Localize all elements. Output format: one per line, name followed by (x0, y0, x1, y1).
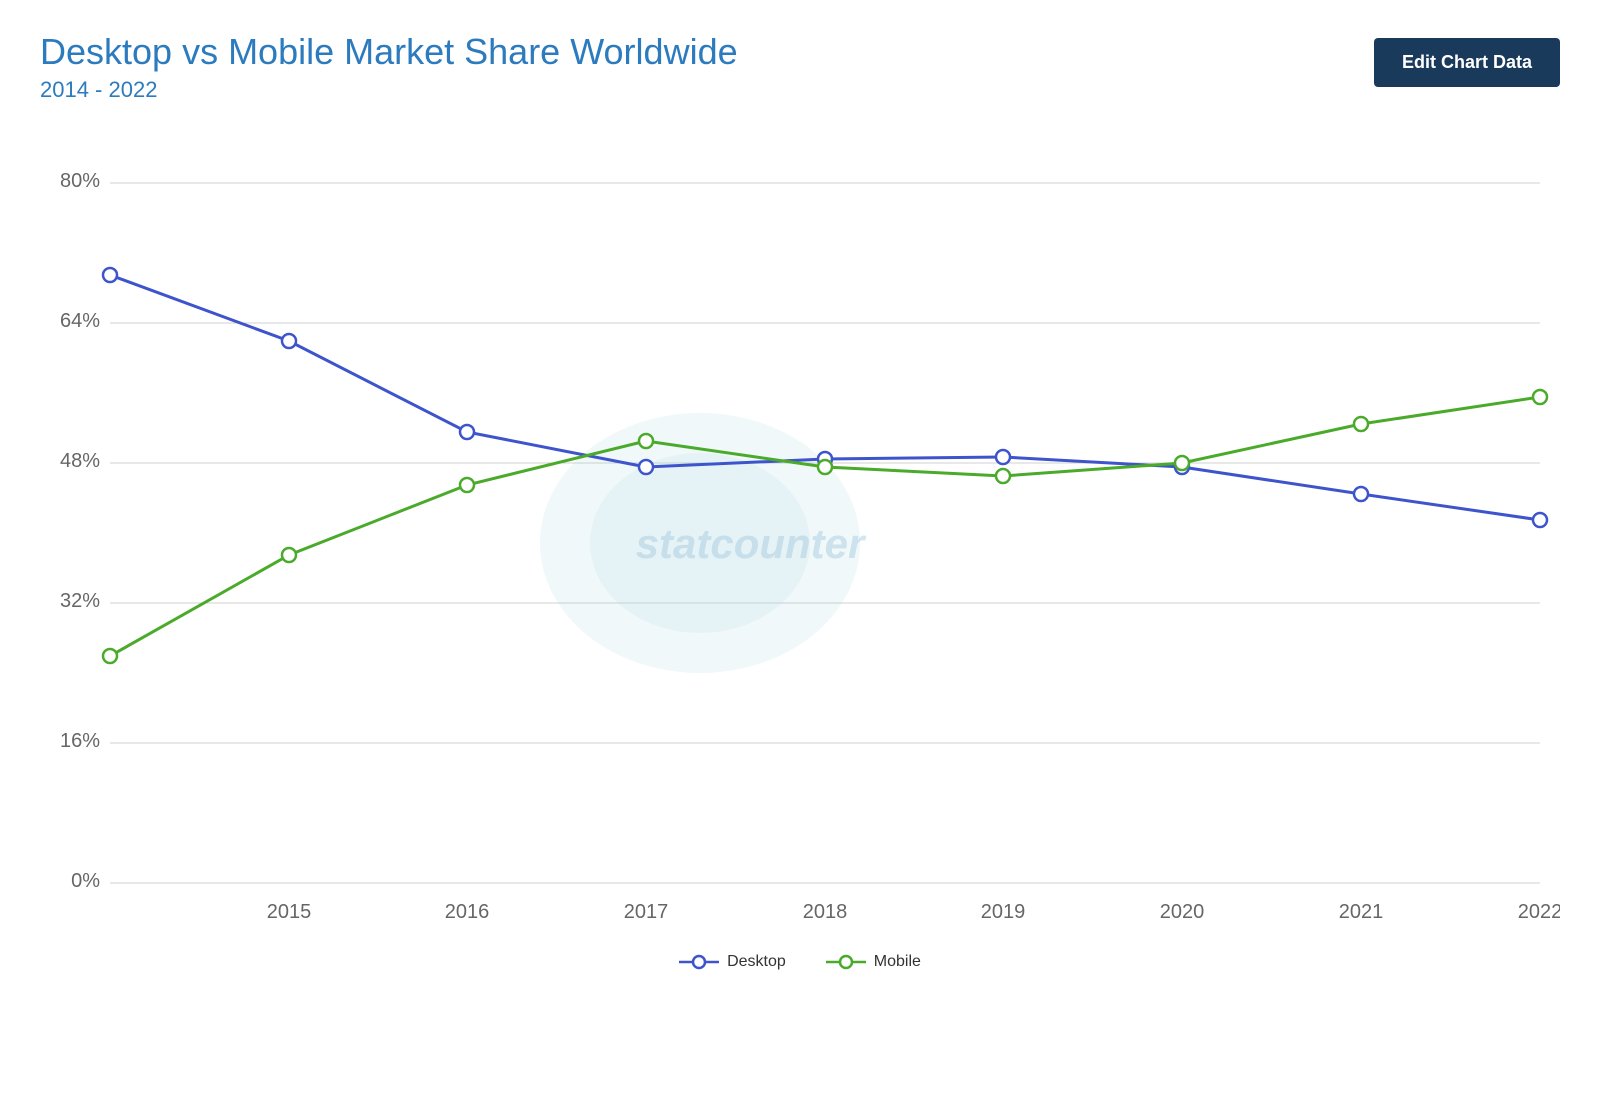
title-block: Desktop vs Mobile Market Share Worldwide… (40, 30, 738, 103)
svg-text:2015: 2015 (267, 901, 312, 923)
chart-legend: Desktop Mobile (40, 953, 1560, 971)
svg-text:32%: 32% (60, 590, 100, 612)
mobile-legend-icon (826, 954, 866, 970)
svg-text:2016: 2016 (445, 901, 490, 923)
desktop-legend-label: Desktop (727, 953, 786, 971)
desktop-dot-2015 (282, 334, 296, 348)
svg-text:48%: 48% (60, 450, 100, 472)
svg-text:2021: 2021 (1339, 901, 1384, 923)
chart-svg: 80% 64% 48% 32% 16% 0% 2015 2016 2017 20… (40, 123, 1560, 943)
mobile-dot-2017 (639, 434, 653, 448)
desktop-dot-2022 (1533, 513, 1547, 527)
desktop-dot-2019 (996, 450, 1010, 464)
legend-item-mobile: Mobile (826, 953, 921, 971)
desktop-dot-2014 (103, 268, 117, 282)
svg-text:2018: 2018 (803, 901, 848, 923)
mobile-dot-2019 (996, 469, 1010, 483)
svg-text:2022: 2022 (1518, 901, 1560, 923)
edit-chart-data-button[interactable]: Edit Chart Data (1374, 38, 1560, 87)
mobile-dot-2015 (282, 548, 296, 562)
svg-text:64%: 64% (60, 310, 100, 332)
mobile-dot-2021 (1354, 417, 1368, 431)
svg-text:16%: 16% (60, 730, 100, 752)
chart-area: 80% 64% 48% 32% 16% 0% 2015 2016 2017 20… (40, 123, 1560, 943)
mobile-dot-2016 (460, 478, 474, 492)
svg-text:80%: 80% (60, 170, 100, 192)
svg-text:2017: 2017 (624, 901, 669, 923)
svg-text:0%: 0% (71, 870, 100, 892)
mobile-dot-2022 (1533, 390, 1547, 404)
svg-text:statcounter: statcounter (636, 520, 867, 567)
chart-header: Desktop vs Mobile Market Share Worldwide… (40, 30, 1560, 103)
legend-item-desktop: Desktop (679, 953, 786, 971)
mobile-dot-2020 (1175, 456, 1189, 470)
desktop-dot-2021 (1354, 487, 1368, 501)
chart-container: Desktop vs Mobile Market Share Worldwide… (0, 0, 1600, 1103)
desktop-legend-icon (679, 954, 719, 970)
chart-subtitle: 2014 - 2022 (40, 77, 738, 103)
mobile-legend-label: Mobile (874, 953, 921, 971)
mobile-dot-2014 (103, 649, 117, 663)
chart-title: Desktop vs Mobile Market Share Worldwide (40, 30, 738, 73)
mobile-dot-2018 (818, 460, 832, 474)
desktop-dot-2016 (460, 425, 474, 439)
desktop-dot-2017 (639, 460, 653, 474)
svg-text:2020: 2020 (1160, 901, 1205, 923)
svg-text:2019: 2019 (981, 901, 1026, 923)
